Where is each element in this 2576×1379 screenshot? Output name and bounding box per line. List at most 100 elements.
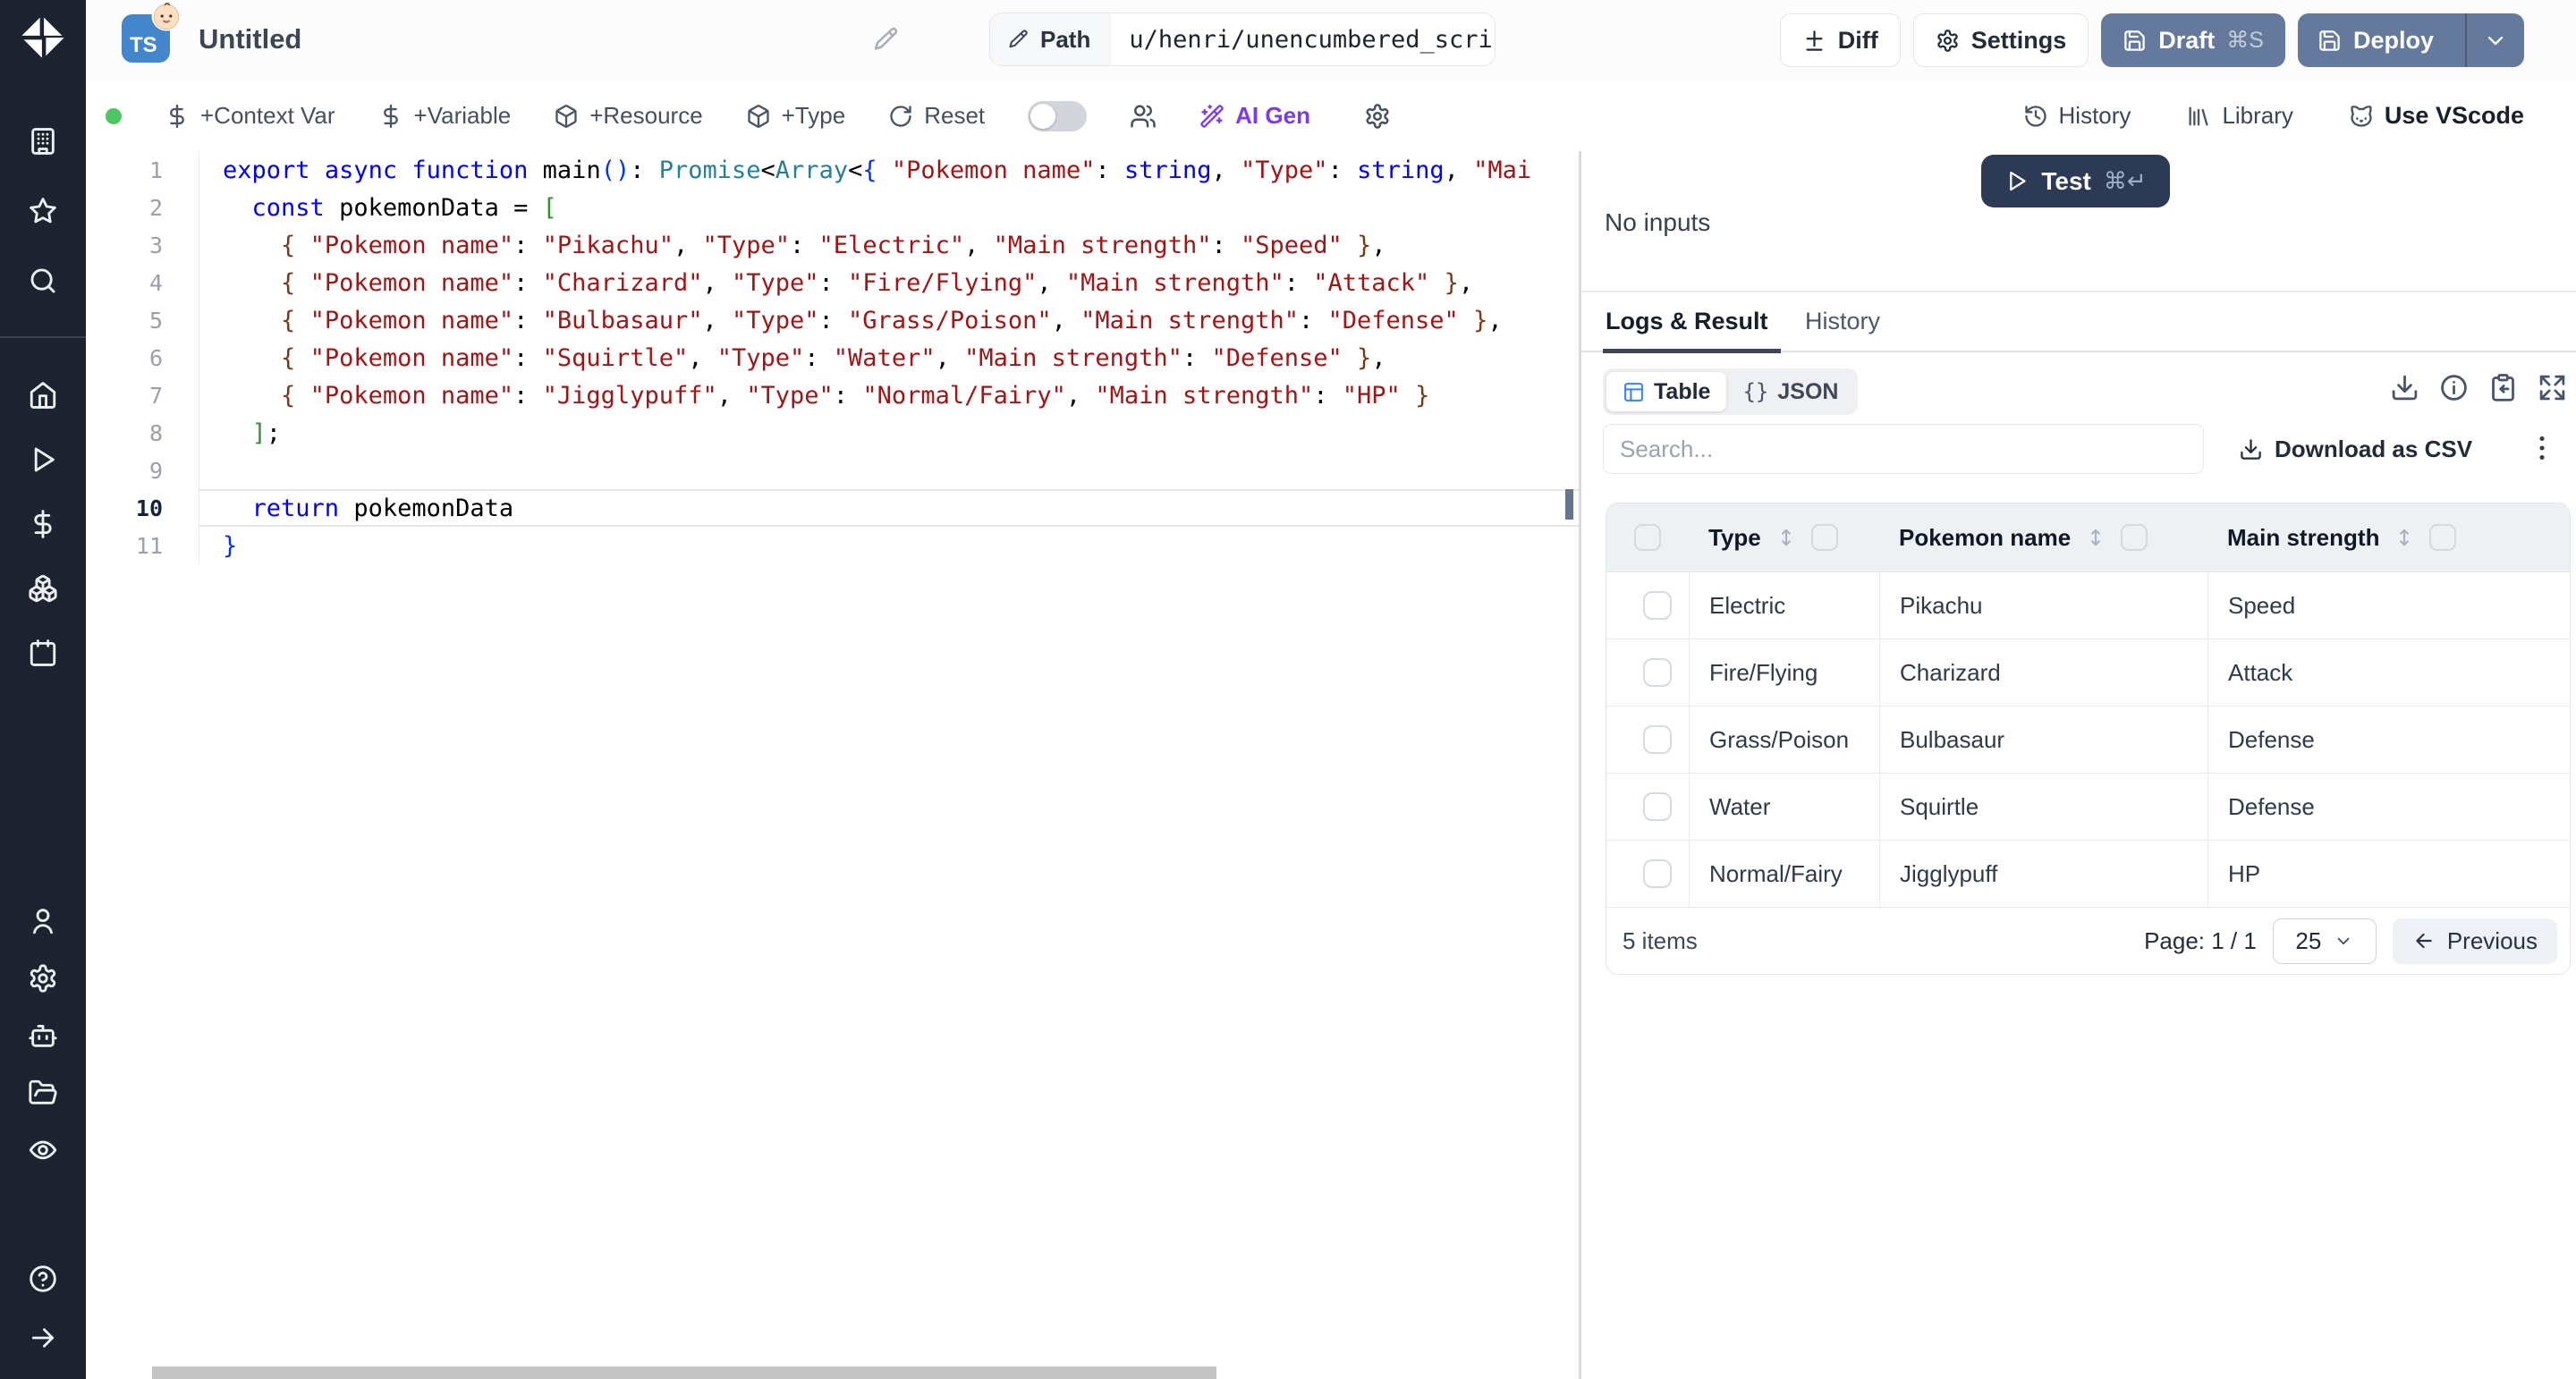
row-checkbox[interactable] xyxy=(1643,591,1672,620)
line-number: 11 xyxy=(86,527,199,564)
settings-button[interactable]: Settings xyxy=(1913,13,2089,67)
page-size-select[interactable]: 25 xyxy=(2273,918,2377,964)
editor-settings-gear-icon[interactable] xyxy=(1364,103,1391,130)
sidebar-item-bot[interactable] xyxy=(25,1018,61,1053)
code-line[interactable]: 11} xyxy=(86,527,1579,564)
boxes-icon xyxy=(28,573,58,604)
package-icon xyxy=(746,104,771,129)
diff-button[interactable]: Diff xyxy=(1780,13,1901,67)
column-header-pokemon-name[interactable]: Pokemon name xyxy=(1879,524,2207,552)
row-checkbox[interactable] xyxy=(1643,792,1672,821)
code-line[interactable]: 2 const pokemonData = [ xyxy=(86,189,1579,226)
users-icon[interactable] xyxy=(1130,103,1157,130)
windmill-logo-icon[interactable] xyxy=(19,13,67,61)
column-select-checkbox[interactable] xyxy=(2121,524,2148,551)
cell-value: Bulbasaur xyxy=(1900,726,2004,754)
test-shortcut: ⌘↵ xyxy=(2104,167,2147,195)
page-size-value: 25 xyxy=(2295,927,2321,955)
search-input[interactable] xyxy=(1603,424,2204,474)
code-line[interactable]: 8 ]; xyxy=(86,414,1579,452)
select-all-checkbox[interactable] xyxy=(1634,524,1661,551)
column-header-type[interactable]: Type xyxy=(1689,524,1879,552)
toolbar-item-type[interactable]: +Type xyxy=(746,102,846,130)
sidebar-item-dollar[interactable] xyxy=(25,506,61,542)
sidebar-item-user[interactable] xyxy=(25,903,61,939)
edit-summary-icon[interactable] xyxy=(873,26,900,53)
previous-page-button[interactable]: Previous xyxy=(2393,918,2557,964)
sidebar-item-arrow-right[interactable] xyxy=(25,1320,61,1356)
row-checkbox[interactable] xyxy=(1643,658,1672,687)
tab-history[interactable]: History xyxy=(1805,292,1880,351)
sidebar-item-search[interactable] xyxy=(25,263,61,299)
sidebar-item-help[interactable] xyxy=(25,1261,61,1297)
draft-button[interactable]: Draft ⌘S xyxy=(2101,13,2285,67)
deploy-button[interactable]: Deploy xyxy=(2298,13,2453,67)
code-editor[interactable]: 1export async function main(): Promise<A… xyxy=(86,151,1579,1379)
info-icon[interactable] xyxy=(2439,373,2469,402)
download-result-icon[interactable] xyxy=(2390,373,2419,402)
toolbar-item-contextvar[interactable]: +Context Var xyxy=(165,102,335,130)
column-header-label: Pokemon name xyxy=(1899,524,2071,552)
sort-icon[interactable] xyxy=(2084,526,2107,549)
column-select-checkbox[interactable] xyxy=(2429,524,2456,551)
sidebar-item-building[interactable] xyxy=(25,123,61,159)
sort-icon[interactable] xyxy=(2393,526,2416,549)
code-line[interactable]: 1export async function main(): Promise<A… xyxy=(86,151,1579,189)
view-toggle-table[interactable]: Table xyxy=(1606,372,1726,411)
cell-value: Charizard xyxy=(1900,659,2001,687)
sidebar-item-star[interactable] xyxy=(25,193,61,229)
sort-icon[interactable] xyxy=(1775,526,1798,549)
toolbar-item-variable[interactable]: +Variable xyxy=(378,102,512,130)
table-menu-icon[interactable] xyxy=(2526,430,2558,466)
view-toggle-json[interactable]: {} JSON xyxy=(1726,372,1854,411)
tab-logs-result[interactable]: Logs & Result xyxy=(1606,292,1768,351)
sidebar-item-play[interactable] xyxy=(25,442,61,478)
code-line[interactable]: 9 xyxy=(86,452,1579,489)
table-cell: Bulbasaur xyxy=(1879,706,2207,773)
sidebar-item-calendar[interactable] xyxy=(25,635,61,671)
line-number: 3 xyxy=(86,226,199,264)
fullscreen-icon[interactable] xyxy=(2538,373,2567,402)
column-header-label: Type xyxy=(1708,524,1761,552)
download-csv-button[interactable]: Download as CSV xyxy=(2239,424,2472,474)
row-checkbox[interactable] xyxy=(1643,859,1672,888)
sidebar-item-gear[interactable] xyxy=(25,960,61,996)
table-row[interactable]: WaterSquirtleDefense xyxy=(1606,773,2570,840)
column-header-main-strength[interactable]: Main strength xyxy=(2207,524,2570,552)
toolbar-item-reset[interactable]: Reset xyxy=(888,102,985,130)
code-line[interactable]: 4 { "Pokemon name": "Charizard", "Type":… xyxy=(86,264,1579,301)
json-toggle-label: JSON xyxy=(1777,379,1838,405)
settings-button-label: Settings xyxy=(1971,27,2067,55)
eye-icon xyxy=(28,1135,58,1165)
ai-gen-button[interactable]: AI Gen xyxy=(1199,102,1310,130)
sidebar-item-folder-open[interactable] xyxy=(25,1075,61,1111)
sidebar-item-home[interactable] xyxy=(25,377,61,413)
horizontal-scrollbar[interactable] xyxy=(152,1366,1216,1379)
cell-value: Electric xyxy=(1709,592,1785,620)
column-select-checkbox[interactable] xyxy=(1811,524,1838,551)
table-row[interactable]: Grass/PoisonBulbasaurDefense xyxy=(1606,706,2570,773)
code-line[interactable]: 7 { "Pokemon name": "Jigglypuff", "Type"… xyxy=(86,376,1579,414)
sidebar-item-boxes[interactable] xyxy=(25,571,61,606)
path-field[interactable]: Path u/henri/unencumbered_script xyxy=(989,13,1496,66)
toolbar-item-use-vscode[interactable]: Use VScode xyxy=(2349,102,2524,130)
code-line[interactable]: 3 { "Pokemon name": "Pikachu", "Type": "… xyxy=(86,226,1579,264)
code-line[interactable]: 10 return pokemonData xyxy=(86,489,1579,527)
sidebar-item-eye[interactable] xyxy=(25,1132,61,1168)
code-line[interactable]: 6 { "Pokemon name": "Squirtle", "Type": … xyxy=(86,339,1579,376)
test-button[interactable]: Test ⌘↵ xyxy=(1981,155,2170,207)
copy-to-clipboard-icon[interactable] xyxy=(2488,373,2518,402)
row-checkbox-cell xyxy=(1606,706,1689,773)
code-content: { "Pokemon name": "Squirtle", "Type": "W… xyxy=(199,339,1579,376)
table-row[interactable]: Normal/FairyJigglypuffHP xyxy=(1606,840,2570,907)
toolbar-item-history[interactable]: History xyxy=(2023,102,2131,130)
table-row[interactable]: Fire/FlyingCharizardAttack xyxy=(1606,639,2570,706)
collaboration-toggle[interactable] xyxy=(1028,101,1087,131)
toolbar-item-library[interactable]: Library xyxy=(2186,102,2292,130)
cell-value: Speed xyxy=(2228,592,2295,620)
toolbar-item-resource[interactable]: +Resource xyxy=(554,102,702,130)
deploy-dropdown-button[interactable] xyxy=(2465,13,2524,67)
row-checkbox[interactable] xyxy=(1643,725,1672,754)
code-line[interactable]: 5 { "Pokemon name": "Bulbasaur", "Type":… xyxy=(86,301,1579,339)
table-row[interactable]: ElectricPikachuSpeed xyxy=(1606,572,2570,639)
